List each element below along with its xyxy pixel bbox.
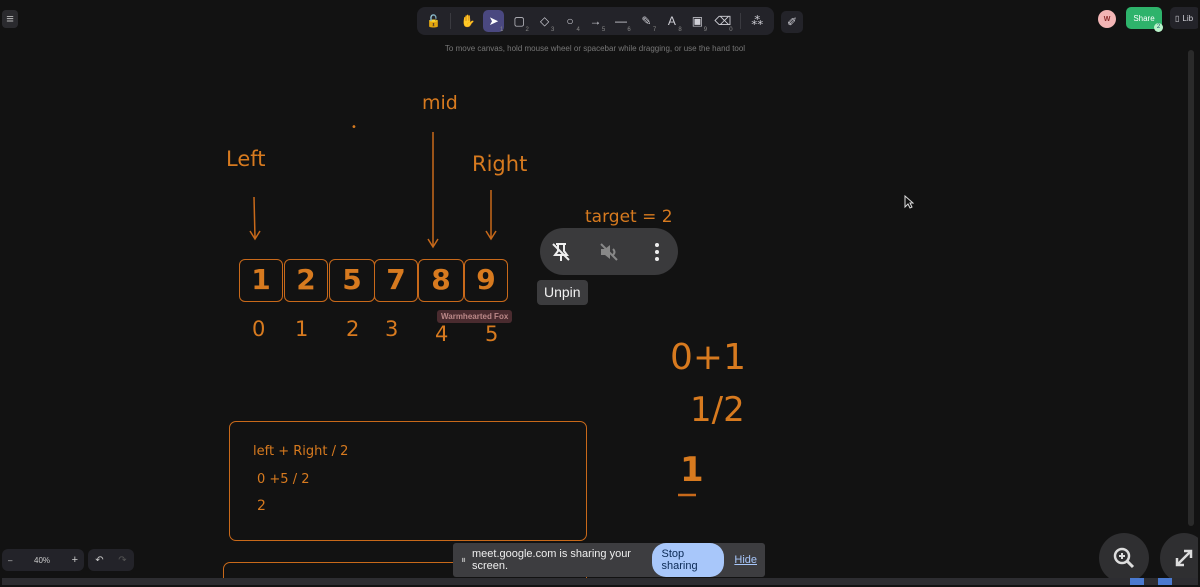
array-cell: 9	[464, 259, 508, 302]
left-arrowhead	[249, 230, 261, 241]
redo-icon[interactable]: ↷	[118, 555, 126, 566]
lock-icon[interactable]: 🔓	[423, 10, 444, 32]
tile-controls	[540, 228, 678, 275]
array-index: 2	[346, 317, 360, 341]
main-menu-icon[interactable]: ≡	[2, 10, 18, 28]
array-cell: 2	[284, 259, 328, 302]
shortcut-key: 6	[627, 27, 631, 33]
expand-icon	[1175, 549, 1193, 567]
array-index: 0	[252, 317, 266, 341]
shortcut-key: 5	[601, 27, 606, 33]
toolbar-separator	[450, 13, 452, 29]
more-vert-icon	[655, 243, 659, 261]
shortcut-key: 9	[703, 27, 708, 33]
undo-icon[interactable]: ↶	[95, 555, 103, 566]
zoom-tile-button[interactable]	[1099, 533, 1149, 583]
screen-share-bar: ⏸ meet.google.com is sharing your screen…	[453, 543, 765, 577]
participant-name-chip: Warmhearted Fox	[437, 310, 513, 323]
arrow-icon[interactable]: → 5	[585, 10, 606, 33]
hand-icon[interactable]: ✋	[457, 10, 478, 32]
target-label: target = 2	[585, 207, 673, 227]
unpin-button[interactable]	[546, 237, 576, 267]
array-index: 5	[485, 322, 499, 346]
library-tool-icon[interactable]: ✐	[781, 11, 803, 33]
taskbar-app-1[interactable]	[1130, 578, 1144, 585]
right-label: Right	[472, 152, 528, 176]
shortcut-key: 7	[652, 27, 657, 33]
library-label: Lib	[1182, 13, 1194, 23]
more-shapes-icon[interactable]: ⁂	[747, 10, 768, 32]
line-icon[interactable]: —6	[610, 10, 631, 33]
array-index: 1	[295, 317, 309, 341]
expand-tile-button[interactable]	[1160, 533, 1198, 583]
calc-top: 0+1	[670, 337, 746, 378]
mid-label: mid	[422, 92, 458, 114]
shortcut-key: 4	[576, 27, 580, 33]
share-message: meet.google.com is sharing your screen.	[472, 548, 631, 572]
toolbar-separator	[739, 13, 741, 29]
mouse-cursor-icon	[904, 195, 914, 209]
shortcut-key: 0	[729, 27, 733, 33]
stray-dot: •	[351, 122, 357, 133]
eraser-icon[interactable]: ⌫ 0	[712, 10, 733, 33]
array-cell: 5	[329, 259, 375, 302]
calc-mid: 1/2	[690, 390, 745, 430]
more-options-button[interactable]	[642, 237, 672, 267]
zoom-controls: – 40% +	[2, 549, 84, 571]
hide-link[interactable]: Hide	[734, 554, 757, 566]
formula-line-2: 0 +5 / 2	[257, 472, 310, 487]
unpin-icon	[552, 243, 570, 261]
shape-toolbar: 🔓 ✋ ➤ 1 ▢ 2 ◇ 3 ○ 4 → 5—6 ✎ 7 A 8 ▣ 9 ⌫ 0 ⁂	[417, 7, 774, 35]
shortcut-key: 3	[550, 27, 555, 33]
library-button[interactable]: ▯ Lib	[1170, 7, 1198, 29]
left-arrow	[253, 196, 256, 239]
array-cell: 7	[374, 259, 418, 302]
text-icon[interactable]: A8	[661, 10, 682, 33]
zoom-out-button[interactable]: –	[8, 556, 12, 565]
zoom-in-icon	[1113, 547, 1135, 569]
ellipse-icon[interactable]: ○ 4	[559, 10, 580, 33]
undo-redo-controls: ↶ ↷	[88, 549, 134, 571]
formula-line-1: left + Right / 2	[253, 444, 349, 459]
book-icon: ▯	[1175, 13, 1180, 23]
array-index: 3	[385, 317, 399, 341]
diamond-icon[interactable]: ◇ 3	[534, 10, 555, 33]
drag-handle-icon[interactable]: ⏸	[461, 555, 466, 566]
shortcut-key: 8	[678, 27, 682, 33]
calc-result: 1	[680, 450, 704, 490]
right-arrowhead	[485, 230, 497, 241]
zoom-in-button[interactable]: +	[72, 554, 78, 566]
shortcut-key: 2	[525, 27, 529, 33]
pencil-icon[interactable]: ✎ 7	[636, 10, 657, 33]
image-icon[interactable]: ▣ 9	[687, 10, 708, 33]
stop-sharing-button[interactable]: Stop sharing	[651, 543, 725, 577]
array-cell: 1	[239, 259, 283, 302]
array-cell: 8	[418, 259, 464, 302]
collaborator-avatar[interactable]: W	[1098, 10, 1116, 28]
mid-arrowhead	[427, 238, 439, 249]
canvas-hint: To move canvas, hold mouse wheel or spac…	[444, 44, 746, 53]
unpin-tooltip: Unpin	[537, 280, 588, 305]
rectangle-icon[interactable]: ▢ 2	[508, 10, 529, 33]
taskbar	[2, 578, 1198, 585]
taskbar-app-2[interactable]	[1158, 578, 1172, 585]
vertical-scrollbar[interactable]	[1188, 50, 1194, 526]
shortcut-key: 1	[500, 27, 504, 33]
arrows-layer	[249, 132, 696, 497]
volume-off-icon	[600, 243, 618, 261]
formula-line-3: 2	[257, 498, 266, 514]
excalidraw-canvas[interactable]: ≡ 🔓 ✋ ➤ 1 ▢ 2 ◇ 3 ○ 4 → 5—6 ✎ 7 A 8 ▣ 9 ⌫ 0 ⁂ ✐ To move canv…	[2, 2, 1198, 585]
select-icon[interactable]: ➤ 1	[482, 10, 505, 33]
muted-button[interactable]	[594, 237, 624, 267]
share-count-badge: 2	[1154, 23, 1163, 32]
array-index: 4	[435, 322, 449, 346]
zoom-level[interactable]: 40%	[34, 556, 50, 565]
left-label: Left	[226, 147, 266, 171]
